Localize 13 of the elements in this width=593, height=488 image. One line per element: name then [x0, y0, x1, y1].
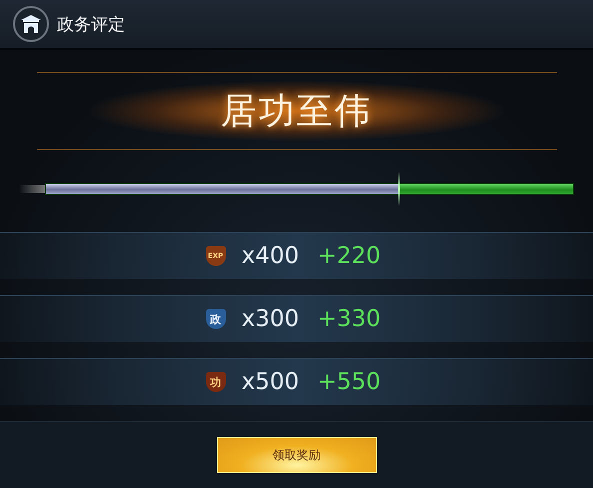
rank-title: 居功至伟: [220, 90, 372, 134]
reward-amount: x400: [242, 243, 300, 269]
window-title: 政务评定: [57, 14, 125, 36]
bar-end-glow: [19, 185, 45, 193]
claim-reward-button[interactable]: 领取奖励: [216, 437, 376, 473]
reward-bonus: +220: [318, 243, 382, 269]
reward-amount: x300: [242, 306, 300, 332]
reward-emblem: 功: [206, 372, 226, 392]
gate-icon: [13, 6, 49, 42]
reward-amount: x500: [242, 369, 300, 395]
reward-bonus: +330: [318, 306, 382, 332]
reward-bonus: +550: [318, 369, 382, 395]
reward-emblem: 政: [206, 309, 226, 329]
